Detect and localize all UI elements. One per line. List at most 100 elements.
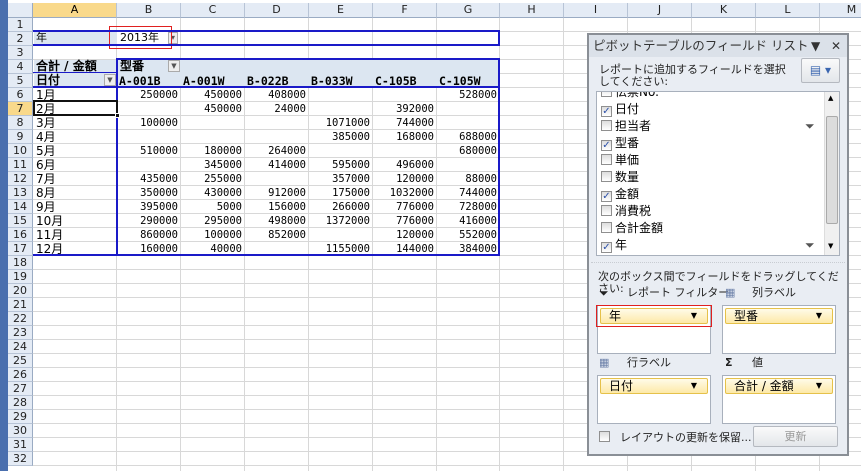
pivot-value-cell[interactable]: 395000 [117, 200, 180, 214]
field-checkbox[interactable]: ✓ [601, 106, 612, 117]
pivot-value-cell[interactable]: 595000 [309, 158, 372, 172]
row-header[interactable]: 6 [8, 88, 33, 102]
layout-view-button[interactable]: ▤ ▾ [801, 58, 840, 83]
pivot-value-cell[interactable]: 266000 [309, 200, 372, 214]
pivot-value-cell[interactable]: 414000 [245, 158, 308, 172]
pivot-value-cell[interactable]: 120000 [373, 228, 436, 242]
field-item[interactable]: 数量 [601, 169, 639, 186]
pivot-value-cell[interactable]: 88000 [437, 172, 499, 186]
column-header-m[interactable]: M [820, 3, 861, 18]
column-header-d[interactable]: D [245, 3, 309, 18]
pivot-value-cell[interactable]: 255000 [181, 172, 244, 186]
field-item[interactable]: ✓ 年 [601, 237, 627, 254]
pivot-value-cell[interactable] [245, 116, 308, 130]
pivot-value-cell[interactable]: 385000 [309, 130, 372, 144]
pivot-value-cell[interactable]: 912000 [245, 186, 308, 200]
pivot-value-cell[interactable]: 430000 [181, 186, 244, 200]
row-header[interactable]: 7 [8, 102, 33, 116]
row-header[interactable]: 5 [8, 74, 33, 88]
pivot-value-cell[interactable]: 435000 [117, 172, 180, 186]
pivot-value-cell[interactable]: 1071000 [309, 116, 372, 130]
field-checkbox[interactable]: ✓ [601, 140, 612, 151]
pivot-value-cell[interactable]: 250000 [117, 88, 180, 102]
column-header-k[interactable]: K [692, 3, 756, 18]
pivot-value-cell[interactable] [437, 116, 499, 130]
pivot-value-cell[interactable]: 510000 [117, 144, 180, 158]
row-header[interactable]: 28 [8, 396, 33, 410]
pivot-value-cell[interactable] [117, 102, 180, 116]
update-button[interactable]: 更新 [753, 426, 838, 447]
field-item[interactable]: 消費税 [601, 203, 651, 220]
pivot-value-cell[interactable]: 120000 [373, 172, 436, 186]
pivot-value-cell[interactable]: 450000 [181, 102, 244, 116]
row-header[interactable]: 22 [8, 312, 33, 326]
row-header[interactable]: 14 [8, 200, 33, 214]
column-header-g[interactable]: G [437, 3, 500, 18]
pivot-value-cell[interactable]: 24000 [245, 102, 308, 116]
active-cell[interactable] [33, 100, 118, 116]
field-checkbox[interactable] [601, 120, 612, 131]
row-chip[interactable]: 日付 ▼ [600, 378, 708, 394]
row-header[interactable]: 21 [8, 298, 33, 312]
pivot-value-cell[interactable] [309, 228, 372, 242]
pivot-value-cell[interactable] [309, 102, 372, 116]
column-header-i[interactable]: I [564, 3, 628, 18]
pivot-value-cell[interactable]: 688000 [437, 130, 499, 144]
pivot-value-cell[interactable] [181, 116, 244, 130]
defer-update-option[interactable]: レイアウトの更新を保留... [599, 431, 752, 444]
field-item[interactable]: 伝票No. [601, 92, 659, 101]
row-header[interactable]: 19 [8, 270, 33, 284]
pivot-value-cell[interactable]: 408000 [245, 88, 308, 102]
pivot-value-cell[interactable]: 496000 [373, 158, 436, 172]
pivot-value-cell[interactable] [373, 88, 436, 102]
splitter[interactable] [591, 262, 845, 264]
pivot-value-cell[interactable]: 264000 [245, 144, 308, 158]
field-item[interactable]: ✓ 金額 [601, 186, 639, 203]
pivot-value-cell[interactable]: 728000 [437, 200, 499, 214]
column-filter-dropdown-icon[interactable]: ▼ [168, 60, 180, 72]
pivot-value-cell[interactable]: 156000 [245, 200, 308, 214]
row-header[interactable]: 3 [8, 46, 33, 60]
field-list[interactable]: 伝票No. ✓ 日付 担当者 ⏷ ✓ 型番 単価 数量 ✓ 金額 消費税 合計金額 ✓ 年 ⏷ ▲ ▼ [596, 91, 840, 256]
column-header-c[interactable]: C [181, 3, 245, 18]
fill-handle[interactable] [115, 113, 120, 118]
field-item[interactable]: ✓ 型番 [601, 135, 639, 152]
pivot-value-cell[interactable]: 552000 [437, 228, 499, 242]
row-header[interactable]: 11 [8, 158, 33, 172]
row-header[interactable]: 16 [8, 228, 33, 242]
field-checkbox[interactable] [601, 92, 612, 97]
column-chip[interactable]: 型番 ▼ [725, 308, 833, 324]
row-header[interactable]: 27 [8, 382, 33, 396]
pivot-value-cell[interactable]: 860000 [117, 228, 180, 242]
row-header[interactable]: 26 [8, 368, 33, 382]
column-header-a[interactable]: A [33, 3, 117, 18]
row-header[interactable]: 24 [8, 340, 33, 354]
pivot-value-cell[interactable]: 168000 [373, 130, 436, 144]
pivot-value-cell[interactable]: 450000 [181, 88, 244, 102]
pivot-value-cell[interactable] [373, 144, 436, 158]
field-checkbox[interactable] [601, 154, 612, 165]
row-header[interactable]: 12 [8, 172, 33, 186]
pivot-value-cell[interactable] [181, 130, 244, 144]
pivot-value-cell[interactable]: 357000 [309, 172, 372, 186]
values-zone[interactable]: 合計 / 金額 ▼ [722, 375, 836, 424]
pivot-value-cell[interactable]: 100000 [117, 116, 180, 130]
pivot-value-cell[interactable] [437, 102, 499, 116]
pivot-value-cell[interactable]: 175000 [309, 186, 372, 200]
pivot-value-cell[interactable] [437, 158, 499, 172]
row-header[interactable]: 10 [8, 144, 33, 158]
pivot-value-cell[interactable]: 744000 [437, 186, 499, 200]
pivot-value-cell[interactable]: 5000 [181, 200, 244, 214]
row-header[interactable]: 18 [8, 256, 33, 270]
pivot-value-cell[interactable]: 345000 [181, 158, 244, 172]
pivot-value-cell[interactable]: 416000 [437, 214, 499, 228]
column-header-h[interactable]: H [500, 3, 564, 18]
scroll-down-icon[interactable]: ▼ [828, 242, 833, 250]
pivot-value-cell[interactable]: 680000 [437, 144, 499, 158]
field-checkbox[interactable] [601, 222, 612, 233]
pivot-value-cell[interactable]: 290000 [117, 214, 180, 228]
column-header-f[interactable]: F [373, 3, 437, 18]
row-header[interactable]: 32 [8, 452, 33, 466]
values-chip[interactable]: 合計 / 金額 ▼ [725, 378, 833, 394]
row-labels-zone[interactable]: 日付 ▼ [597, 375, 711, 424]
